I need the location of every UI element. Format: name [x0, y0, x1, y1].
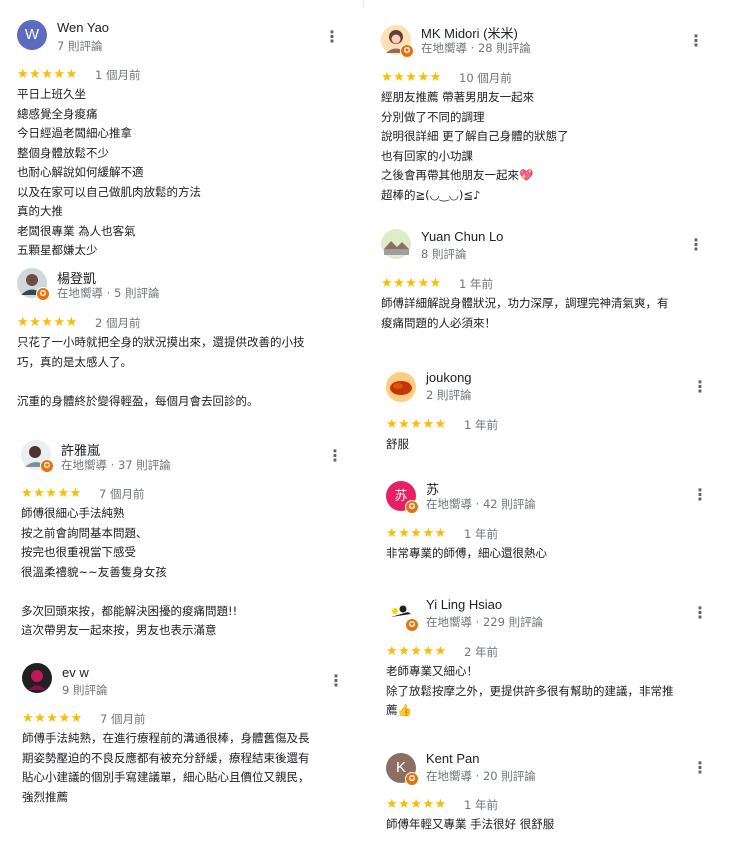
local-guide-badge-icon: ✪	[36, 287, 50, 301]
review-text: 老師專業又細心！ 除了放鬆按摩之外，更提供許多很有幫助的建議，非常推 薦👍	[386, 664, 674, 717]
review-text: 舒服	[386, 437, 409, 451]
review-text: 非常專業的師傅，細心還很熱心	[386, 546, 547, 560]
review-date: 1 個月前	[95, 68, 141, 82]
reviewer-meta: 在地嚮導 · 37 則評論	[61, 458, 171, 472]
review-date: 2 年前	[464, 645, 498, 659]
star-rating: ★★★★★	[386, 417, 447, 432]
reviewer-name[interactable]: Wen Yao	[57, 20, 109, 35]
review-date: 10 個月前	[459, 71, 512, 85]
more-vert-icon[interactable]: ⋮	[691, 757, 709, 779]
more-vert-icon[interactable]: ⋮	[691, 484, 709, 506]
avatar-letter: W	[17, 20, 47, 50]
reviewer-meta: 在地嚮導 · 42 則評論	[426, 497, 536, 511]
review-text: 平日上班久坐 總感覺全身痠痛 今日經過老闆細心推拿 整個身體放鬆不少 也耐心解說…	[17, 87, 201, 257]
more-vert-icon[interactable]: ⋮	[691, 602, 709, 624]
review-text: 師傅年輕又專業 手法很好 很舒服	[386, 817, 555, 831]
star-rating: ★★★★★	[386, 644, 447, 659]
avatar[interactable]	[381, 229, 411, 259]
reviewer-meta: 8 則評論	[421, 247, 467, 261]
column-divider	[363, 0, 364, 8]
star-rating: ★★★★★	[17, 315, 78, 330]
avatar[interactable]: ✪	[386, 599, 419, 632]
star-rating: ★★★★★	[21, 486, 82, 501]
avatar[interactable]	[22, 663, 52, 693]
avatar[interactable]: ✪	[17, 268, 50, 301]
review-date: 7 個月前	[99, 487, 145, 501]
star-rating: ★★★★★	[381, 276, 442, 291]
reviewer-name[interactable]: Kent Pan	[426, 751, 480, 766]
local-guide-badge-icon: ✪	[405, 772, 419, 786]
avatar-photo	[381, 229, 411, 259]
local-guide-badge-icon: ✪	[405, 500, 419, 514]
more-vert-icon[interactable]: ⋮	[687, 234, 705, 256]
review-date: 2 個月前	[95, 316, 141, 330]
reviewer-name[interactable]: Yi Ling Hsiao	[426, 597, 502, 612]
avatar[interactable]: W	[17, 20, 47, 50]
reviewer-name[interactable]: ev w	[62, 665, 89, 680]
reviewer-meta: 2 則評論	[426, 388, 472, 402]
review-text: 經朋友推薦 帶著男朋友一起來 分別做了不同的調理 說明很詳細 更了解自己身體的狀…	[381, 90, 569, 202]
avatar[interactable]: 苏 ✪	[386, 481, 419, 514]
local-guide-badge-icon: ✪	[40, 459, 54, 473]
star-rating: ★★★★★	[17, 67, 78, 82]
avatar-photo	[386, 372, 416, 402]
star-rating: ★★★★★	[386, 526, 447, 541]
local-guide-badge-icon: ✪	[400, 44, 414, 58]
avatar[interactable]: ✪	[381, 25, 414, 58]
review-text: 師傅很細心手法純熟 按之前會詢問基本問題、 按完也很重視當下感受 很溫柔禮貌~~…	[21, 506, 238, 637]
reviewer-meta: 9 則評論	[62, 683, 108, 697]
review-date: 1 年前	[464, 527, 498, 541]
avatar[interactable]: K ✪	[386, 753, 419, 786]
star-rating: ★★★★★	[386, 797, 447, 812]
review-text: 只花了一小時就把全身的狀況摸出來，還提供改善的小技 巧，真的是太感人了。 沉重的…	[17, 335, 305, 408]
more-vert-icon[interactable]: ⋮	[326, 445, 344, 467]
review-date: 7 個月前	[100, 712, 146, 726]
review-date: 1 年前	[464, 418, 498, 432]
review-text: 師傅詳細解說身體狀況，功力深厚，調理完神清氣爽，有 痠痛問題的人必須來！	[381, 296, 669, 330]
reviewer-meta: 在地嚮導 · 229 則評論	[426, 615, 544, 629]
reviewer-meta: 在地嚮導 · 28 則評論	[421, 41, 531, 55]
more-vert-icon[interactable]: ⋮	[687, 30, 705, 52]
reviewer-meta: 7 則評論	[57, 39, 103, 53]
star-rating: ★★★★★	[22, 711, 83, 726]
local-guide-badge-icon: ✪	[405, 618, 419, 632]
review-date: 1 年前	[459, 277, 493, 291]
more-vert-icon[interactable]: ⋮	[691, 376, 709, 398]
reviewer-name[interactable]: Yuan Chun Lo	[421, 229, 503, 244]
avatar[interactable]: ✪	[21, 440, 54, 473]
review-text: 師傅手法純熟，在進行療程前的溝通很棒，身體舊傷及長 期姿勢壓迫的不良反應都有被充…	[22, 731, 310, 804]
reviewer-meta: 在地嚮導 · 20 則評論	[426, 769, 536, 783]
more-vert-icon[interactable]: ⋮	[323, 26, 341, 48]
star-rating: ★★★★★	[381, 70, 442, 85]
avatar[interactable]	[386, 372, 416, 402]
reviewer-meta: 在地嚮導 · 5 則評論	[57, 286, 160, 300]
review-date: 1 年前	[464, 798, 498, 812]
reviewer-name[interactable]: joukong	[426, 370, 472, 385]
more-vert-icon[interactable]: ⋮	[327, 670, 345, 692]
avatar-photo	[22, 663, 52, 693]
